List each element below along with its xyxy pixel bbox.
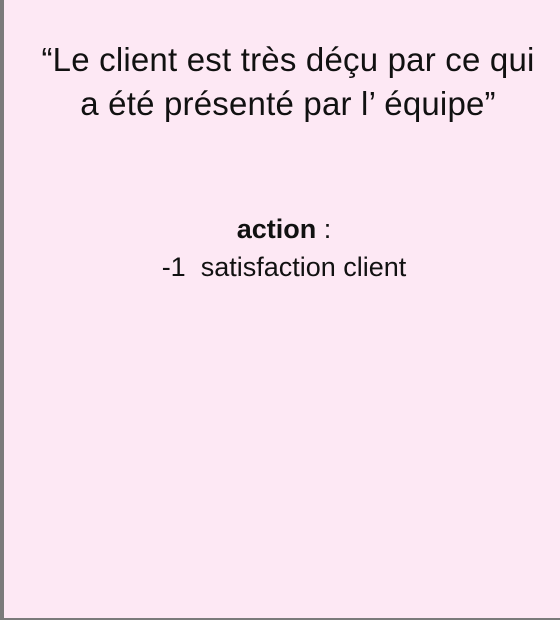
action-separator: : — [316, 214, 332, 244]
action-heading: action : — [4, 210, 560, 248]
action-effect: -1 satisfaction client — [161, 252, 407, 282]
event-quote: “Le client est très déçu par ce qui a ét… — [41, 41, 535, 122]
action-label: action — [236, 214, 317, 244]
action-block: action : -1 satisfaction client — [4, 210, 560, 286]
event-card: “Le client est très déçu par ce qui a ét… — [0, 0, 560, 620]
